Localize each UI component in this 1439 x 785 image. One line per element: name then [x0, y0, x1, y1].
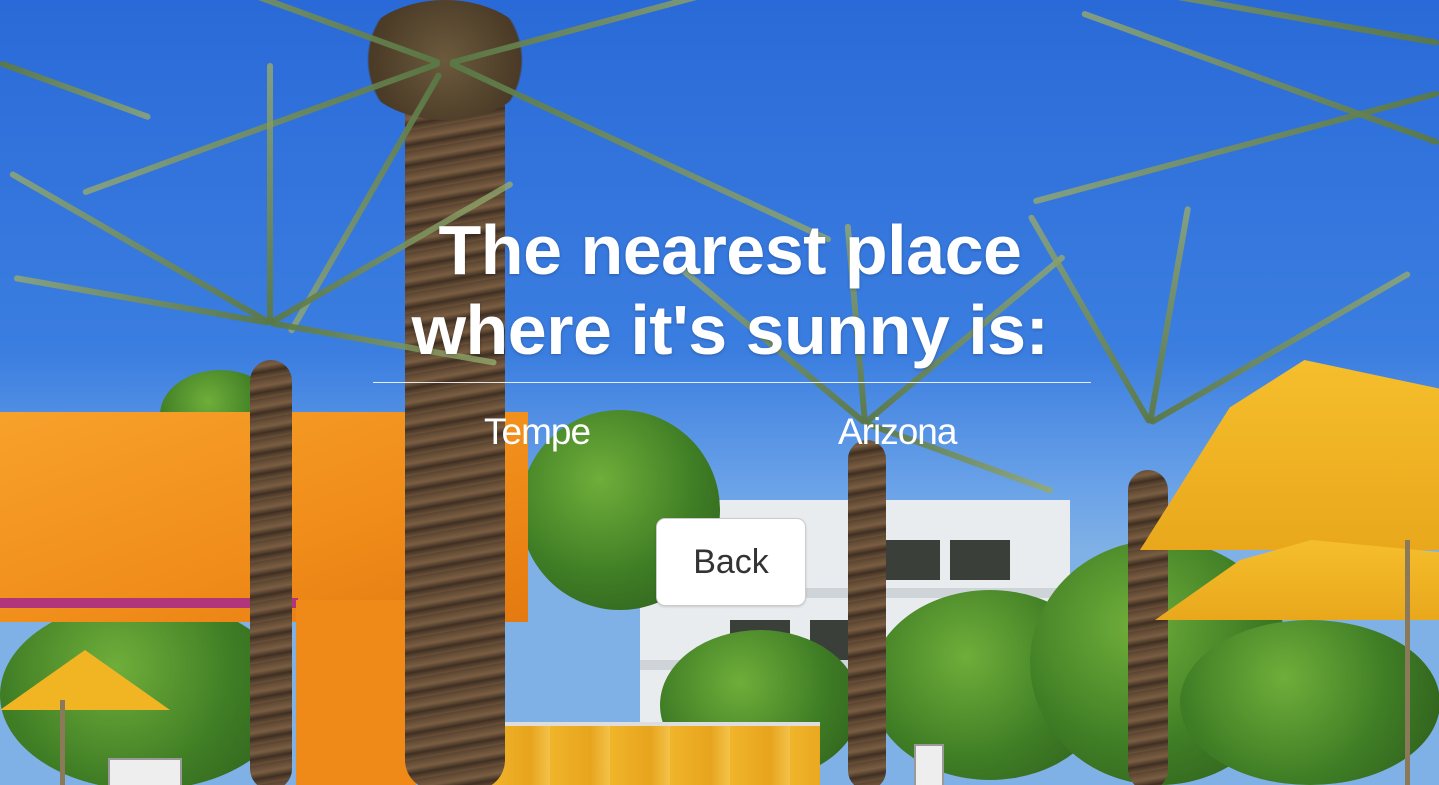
result-city: Tempe — [484, 411, 591, 452]
divider — [373, 382, 1091, 383]
title-line-2: where it's sunny is: — [411, 291, 1049, 369]
result-region: Arizona — [838, 411, 957, 452]
back-button[interactable]: Back — [656, 518, 806, 606]
content-overlay: The nearest place where it's sunny is: T… — [0, 0, 1439, 785]
title-line-1: The nearest place — [438, 211, 1022, 289]
page-title: The nearest place where it's sunny is: — [370, 210, 1090, 370]
